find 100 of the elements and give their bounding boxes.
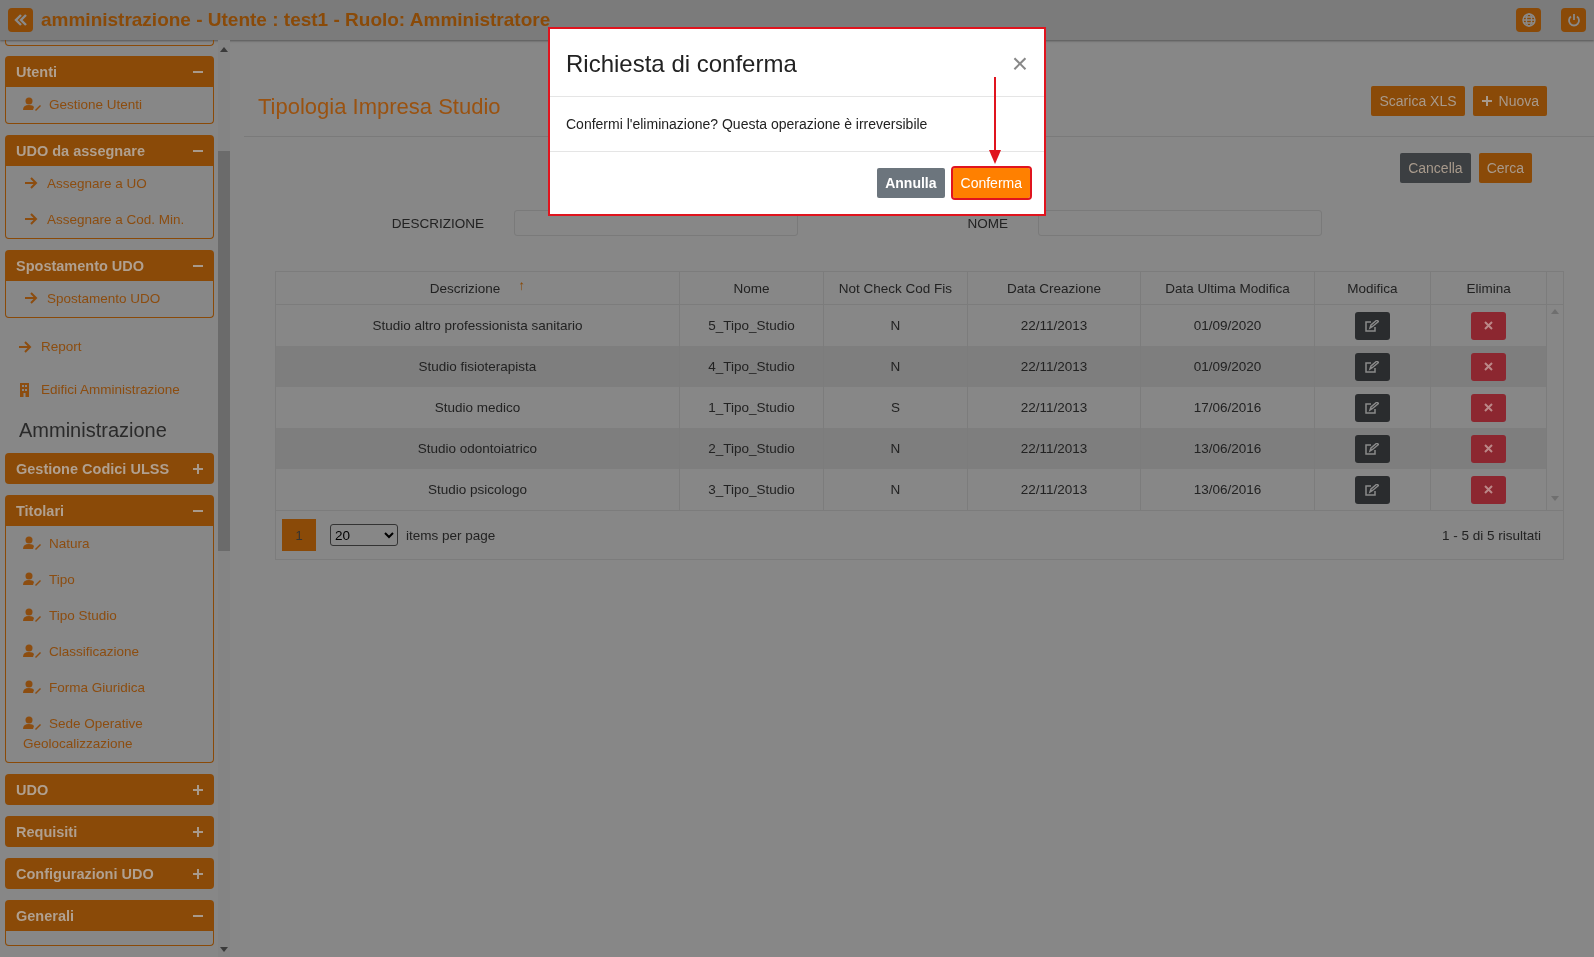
menu-item[interactable]: Edifici Amministrazione <box>5 374 214 406</box>
close-icon <box>1484 321 1494 330</box>
plus-icon <box>192 462 204 475</box>
app-title: amministrazione - Utente : test1 - Ruolo: Amministratore <box>41 9 551 31</box>
close-icon <box>1484 362 1494 371</box>
edit-button[interactable] <box>1354 475 1390 504</box>
delete-button[interactable] <box>1471 434 1507 463</box>
globe-icon <box>1521 13 1536 27</box>
menu-item[interactable]: Tipo <box>6 562 207 598</box>
edit-button[interactable] <box>1354 352 1390 381</box>
edit-button[interactable] <box>1354 311 1390 340</box>
arrow-right-icon <box>17 340 33 354</box>
page-size-label: items per page <box>406 527 496 543</box>
close-button[interactable]: × <box>1011 50 1028 78</box>
menu-item[interactable]: Assegnare a Cod. Min. <box>6 202 207 238</box>
plus-icon <box>192 783 204 796</box>
table-cell: 22/11/2013 <box>967 428 1141 469</box>
page-size-select[interactable]: 20 <box>330 524 398 546</box>
page-title: Tipologia Impresa Studio <box>258 94 501 120</box>
edit-icon <box>1365 360 1380 373</box>
delete-button[interactable] <box>1471 352 1507 381</box>
edit-button[interactable] <box>1354 393 1390 422</box>
menu-item[interactable]: Forma Giuridica <box>6 670 207 706</box>
column-header[interactable]: Nome <box>679 272 824 305</box>
column-header[interactable]: Not Check Cod Fis <box>823 272 968 305</box>
dialog-button[interactable]: Conferma <box>952 168 1030 198</box>
table-cell: 3_Tipo_Studio <box>679 469 824 510</box>
close-icon <box>1484 444 1494 453</box>
table-cell: 4_Tipo_Studio <box>679 346 824 387</box>
scroll-down-icon <box>1551 496 1560 501</box>
filter-button[interactable]: Cerca <box>1478 153 1532 183</box>
table-cell: 13/06/2016 <box>1140 428 1315 469</box>
menu-item[interactable]: Gestione Utenti <box>6 87 207 123</box>
panel-header[interactable]: Utenti <box>5 56 214 87</box>
column-header[interactable]: Data Ultima Modifica <box>1140 272 1315 305</box>
user-edit-icon <box>23 572 41 586</box>
column-header[interactable]: Descrizione ↑ <box>276 272 680 305</box>
user-edit-icon <box>23 644 41 658</box>
scroll-up-icon <box>220 46 228 52</box>
table-cell: 13/06/2016 <box>1140 469 1315 510</box>
arrow-right-icon <box>23 291 39 305</box>
edit-icon <box>1365 401 1380 414</box>
menu-item[interactable]: Natura <box>6 526 207 562</box>
results-count: 1 - 5 di 5 risultati <box>1441 527 1541 543</box>
menu-item[interactable]: Report <box>5 331 214 363</box>
panel-header[interactable]: Generali <box>5 900 214 931</box>
close-icon <box>1484 403 1494 412</box>
table-cell: N <box>823 428 968 469</box>
arrow-right-icon <box>23 212 39 226</box>
plus-icon <box>192 825 204 838</box>
panel-header[interactable]: Requisiti <box>5 816 214 847</box>
scroll-up-icon <box>1551 309 1560 314</box>
menu-item[interactable]: Classificazione <box>6 634 207 670</box>
arrow-right-icon <box>23 176 39 190</box>
delete-button[interactable] <box>1471 475 1507 504</box>
edit-icon <box>1365 442 1380 455</box>
power-button[interactable] <box>1561 8 1586 32</box>
table-cell: 2_Tipo_Studio <box>679 428 824 469</box>
panel-header[interactable]: Configurazioni UDO <box>5 858 214 889</box>
plus-icon <box>1480 95 1493 107</box>
panel-header[interactable]: Gestione Codici ULSS <box>5 453 214 484</box>
table-cell: N <box>823 346 968 387</box>
panel-header[interactable]: UDO <box>5 774 214 805</box>
edit-icon <box>1365 483 1380 496</box>
user-edit-icon <box>23 608 41 622</box>
table-cell: Studio fisioterapista <box>276 346 680 387</box>
menu-item[interactable]: Tipo Studio <box>6 598 207 634</box>
field-label: NOME <box>966 215 1008 231</box>
scroll-down-icon <box>220 947 228 953</box>
panel-header[interactable]: Spostamento UDO <box>5 250 214 281</box>
column-header[interactable]: Data Creazione <box>967 272 1141 305</box>
panel-header[interactable]: UDO da assegnare <box>5 135 214 166</box>
collapse-button[interactable] <box>8 8 33 32</box>
column-header[interactable]: Elimina <box>1430 272 1547 305</box>
power-icon <box>1566 13 1581 27</box>
menu-item[interactable]: Assegnare a UO <box>6 166 207 202</box>
user-edit-icon <box>23 97 41 111</box>
user-edit-icon <box>23 680 41 694</box>
dialog-title: Richiesta di conferma <box>566 50 797 78</box>
table-cell: Studio odontoiatrico <box>276 428 680 469</box>
edit-button[interactable] <box>1354 434 1390 463</box>
panel-header[interactable]: Titolari <box>5 495 214 526</box>
dialog-message: Confermi l'eliminazione? Questa operazione è irreversibile <box>550 97 1044 152</box>
menu-item[interactable]: Sede Operative Geolocalizzazione <box>6 706 207 762</box>
close-icon <box>1484 485 1494 494</box>
menu-item[interactable]: Spostamento UDO <box>6 281 207 317</box>
dialog-button[interactable]: Annulla <box>877 168 945 198</box>
input-field[interactable] <box>1038 210 1322 236</box>
filter-button[interactable]: Cancella <box>1400 153 1471 183</box>
action-button[interactable]: Scarica XLS <box>1371 86 1465 116</box>
section-heading: Amministrazione <box>18 418 168 442</box>
plus-icon <box>192 867 204 880</box>
action-button[interactable]: Nuova <box>1472 86 1547 116</box>
table-cell: 01/09/2020 <box>1140 346 1315 387</box>
user-edit-icon <box>23 536 41 550</box>
column-header[interactable]: Modifica <box>1314 272 1431 305</box>
delete-button[interactable] <box>1471 393 1507 422</box>
page-button[interactable]: 1 <box>282 519 316 551</box>
delete-button[interactable] <box>1471 311 1507 340</box>
globe-button[interactable] <box>1516 8 1541 32</box>
